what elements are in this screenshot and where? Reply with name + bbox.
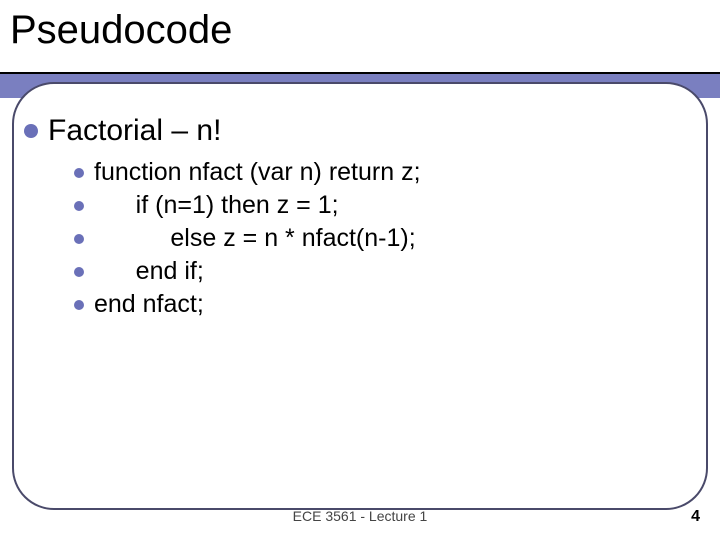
list-item: else z = n * nfact(n-1); xyxy=(74,224,704,253)
title-bar: Pseudocode xyxy=(0,0,720,74)
heading-text: Factorial – n! xyxy=(48,114,221,148)
bullet-icon xyxy=(74,168,84,178)
bullet-icon xyxy=(74,300,84,310)
code-line: end nfact; xyxy=(94,290,204,319)
bullet-icon xyxy=(24,124,38,138)
code-line: end if; xyxy=(94,257,204,286)
list-item: end nfact; xyxy=(74,290,704,319)
bullet-icon xyxy=(74,234,84,244)
slide-title: Pseudocode xyxy=(10,8,720,53)
code-line: if (n=1) then z = 1; xyxy=(94,191,339,220)
content-area: Factorial – n! function nfact (var n) re… xyxy=(24,114,704,323)
code-list: function nfact (var n) return z; if (n=1… xyxy=(74,158,704,319)
list-item: if (n=1) then z = 1; xyxy=(74,191,704,220)
list-item: function nfact (var n) return z; xyxy=(74,158,704,187)
bullet-icon xyxy=(74,267,84,277)
bullet-icon xyxy=(74,201,84,211)
footer-text: ECE 3561 - Lecture 1 xyxy=(0,508,720,524)
page-number: 4 xyxy=(691,508,700,526)
list-item: end if; xyxy=(74,257,704,286)
code-line: else z = n * nfact(n-1); xyxy=(94,224,416,253)
code-line: function nfact (var n) return z; xyxy=(94,158,421,187)
heading-row: Factorial – n! xyxy=(24,114,704,148)
